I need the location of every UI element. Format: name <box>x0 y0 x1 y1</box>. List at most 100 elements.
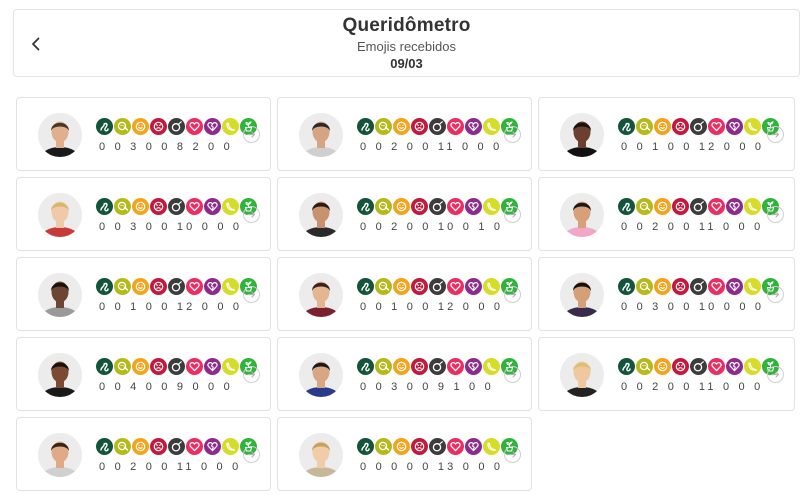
liar-face-icon <box>114 118 131 135</box>
header-bar: Queridômetro Emojis recebidos 09/03 <box>13 9 800 77</box>
angry-face-icon <box>411 198 428 215</box>
emoji-row <box>357 438 518 455</box>
participant-card[interactable]: 0 0 2 0 0 10 0 1 0 <box>277 177 532 251</box>
header-titles: Queridômetro Emojis recebidos 09/03 <box>14 15 799 71</box>
open-details-button[interactable] <box>504 286 521 303</box>
participant-card[interactable]: 0 0 1 0 0 12 0 0 0 <box>16 257 271 331</box>
snake-icon <box>357 438 374 455</box>
emoji-counts: 0 0 1 0 0 12 0 0 0 <box>621 141 765 153</box>
banana-icon <box>222 118 239 135</box>
snake-icon <box>618 358 635 375</box>
smile-face-icon <box>393 358 410 375</box>
avatar <box>38 433 82 477</box>
emoji-counts: 0 0 2 0 0 11 0 0 0 <box>621 381 764 393</box>
open-details-button[interactable] <box>767 206 784 223</box>
angry-face-icon <box>672 278 689 295</box>
participant-card[interactable]: 0 0 3 0 0 8 2 0 0 <box>16 97 271 171</box>
heart-icon <box>186 278 203 295</box>
avatar <box>299 193 343 237</box>
heart-icon <box>447 438 464 455</box>
bomb-icon <box>168 278 185 295</box>
avatar <box>38 273 82 317</box>
open-details-button[interactable] <box>243 206 260 223</box>
participant-card[interactable]: 0 0 1 0 0 12 0 0 0 <box>277 257 532 331</box>
open-details-button[interactable] <box>504 366 521 383</box>
emoji-counts: 0 0 2 0 0 11 0 0 0 <box>360 141 503 153</box>
broken-heart-icon <box>204 118 221 135</box>
open-details-button[interactable] <box>243 286 260 303</box>
snake-icon <box>357 198 374 215</box>
smile-face-icon <box>132 438 149 455</box>
broken-heart-icon <box>204 438 221 455</box>
participant-card[interactable]: 0 0 2 0 0 11 0 0 0 <box>538 337 795 411</box>
participant-card[interactable]: 0 0 3 0 0 10 0 0 0 <box>538 257 795 331</box>
emoji-counts: 0 0 3 0 0 10 0 0 0 <box>621 301 765 313</box>
open-details-button[interactable] <box>767 126 784 143</box>
broken-heart-icon <box>204 198 221 215</box>
participant-card[interactable]: 0 0 2 0 0 11 0 0 0 <box>16 417 271 491</box>
participant-card[interactable]: 0 0 3 0 0 10 0 0 0 <box>16 177 271 251</box>
angry-face-icon <box>672 118 689 135</box>
arrow-right-icon <box>247 131 256 138</box>
angry-face-icon <box>150 358 167 375</box>
emoji-row <box>357 278 518 295</box>
open-details-button[interactable] <box>767 286 784 303</box>
smile-face-icon <box>654 358 671 375</box>
participant-card[interactable]: 0 0 2 0 0 11 0 0 0 <box>277 97 532 171</box>
avatar <box>560 273 604 317</box>
emoji-counts: 0 0 2 0 0 10 0 1 0 <box>360 221 504 233</box>
heart-icon <box>708 198 725 215</box>
arrow-right-icon <box>508 291 517 298</box>
smile-face-icon <box>132 118 149 135</box>
heart-icon <box>447 278 464 295</box>
page-subtitle: Emojis recebidos <box>357 39 456 54</box>
heart-icon <box>186 438 203 455</box>
bomb-icon <box>168 118 185 135</box>
emoji-counts: 0 0 1 0 0 12 0 0 0 <box>360 301 504 313</box>
broken-heart-icon <box>465 198 482 215</box>
open-details-button[interactable] <box>504 446 521 463</box>
participant-card[interactable]: 0 0 3 0 0 9 1 0 0 <box>277 337 532 411</box>
open-details-button[interactable] <box>767 366 784 383</box>
snake-icon <box>96 278 113 295</box>
participant-card[interactable]: 0 0 0 0 0 13 0 0 0 <box>277 417 532 491</box>
participant-card[interactable]: 0 0 4 0 0 9 0 0 0 <box>16 337 271 411</box>
liar-face-icon <box>636 358 653 375</box>
smile-face-icon <box>132 358 149 375</box>
avatar <box>38 113 82 157</box>
broken-heart-icon <box>726 358 743 375</box>
participant-card[interactable]: 0 0 2 0 0 11 0 0 0 <box>538 177 795 251</box>
bomb-icon <box>690 278 707 295</box>
banana-icon <box>483 118 500 135</box>
open-details-button[interactable] <box>504 126 521 143</box>
liar-face-icon <box>636 278 653 295</box>
open-details-button[interactable] <box>243 446 260 463</box>
emoji-row <box>357 358 518 375</box>
heart-icon <box>447 198 464 215</box>
angry-face-icon <box>411 118 428 135</box>
liar-face-icon <box>114 358 131 375</box>
heart-icon <box>708 278 725 295</box>
liar-face-icon <box>636 198 653 215</box>
broken-heart-icon <box>726 278 743 295</box>
banana-icon <box>222 438 239 455</box>
liar-face-icon <box>375 198 392 215</box>
open-details-button[interactable] <box>243 126 260 143</box>
arrow-right-icon <box>247 371 256 378</box>
banana-icon <box>744 198 761 215</box>
open-details-button[interactable] <box>243 366 260 383</box>
liar-face-icon <box>114 278 131 295</box>
emoji-row <box>618 278 779 295</box>
broken-heart-icon <box>204 358 221 375</box>
participant-card[interactable]: 0 0 1 0 0 12 0 0 0 <box>538 97 795 171</box>
smile-face-icon <box>393 118 410 135</box>
avatar <box>560 353 604 397</box>
arrow-right-icon <box>508 211 517 218</box>
smile-face-icon <box>393 278 410 295</box>
banana-icon <box>744 278 761 295</box>
heart-icon <box>708 358 725 375</box>
open-details-button[interactable] <box>504 206 521 223</box>
emoji-counts: 0 0 3 0 0 9 1 0 0 <box>360 381 494 393</box>
heart-icon <box>186 198 203 215</box>
bomb-icon <box>429 438 446 455</box>
